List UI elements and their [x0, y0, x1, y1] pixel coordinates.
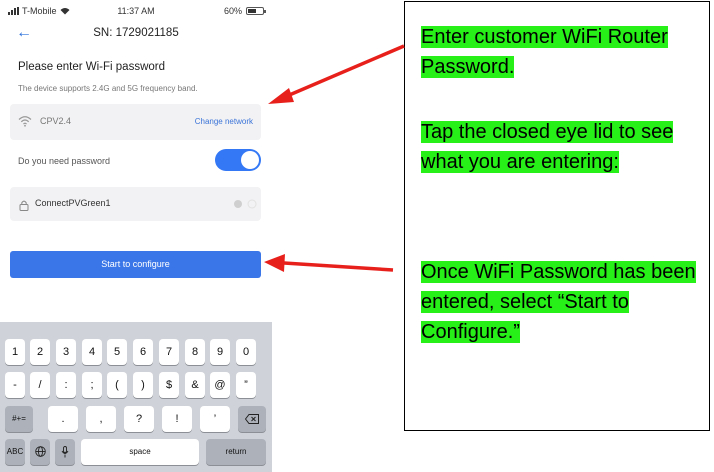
need-password-toggle[interactable]: [215, 149, 261, 171]
key-quote[interactable]: ”: [236, 372, 256, 398]
key-6[interactable]: 6: [133, 339, 153, 365]
key-at[interactable]: @: [210, 372, 230, 398]
keyboard: 1 2 3 4 5 6 7 8 9 0 - / : ; ( ) $ & @ ” …: [0, 322, 272, 472]
key-abc[interactable]: ABC: [5, 439, 25, 465]
closed-eye-icon[interactable]: [247, 199, 257, 209]
clear-input-icon[interactable]: [234, 200, 242, 208]
key-close-paren[interactable]: ): [133, 372, 153, 398]
password-field[interactable]: ConnectPVGreen1: [10, 187, 261, 221]
globe-icon[interactable]: [30, 439, 50, 465]
instruction-step-2: Tap the closed eye lid to see what you a…: [421, 117, 701, 177]
form-heading: Please enter Wi-Fi password: [18, 61, 165, 73]
arrow-to-configure-button: [264, 254, 394, 272]
key-2[interactable]: 2: [30, 339, 50, 365]
toggle-knob: [241, 151, 259, 169]
change-network-link[interactable]: Change network: [195, 117, 253, 126]
key-comma[interactable]: ,: [86, 406, 116, 432]
key-return[interactable]: return: [206, 439, 266, 465]
key-1[interactable]: 1: [5, 339, 25, 365]
key-open-paren[interactable]: (: [107, 372, 127, 398]
start-configure-button[interactable]: Start to configure: [10, 251, 261, 278]
key-8[interactable]: 8: [185, 339, 205, 365]
need-password-label: Do you need password: [18, 156, 111, 166]
instruction-step-3: Once WiFi Password has been entered, sel…: [421, 257, 701, 347]
page-title: SN: 1729021185: [93, 27, 179, 39]
frequency-note: The device supports 2.4G and 5G frequenc…: [18, 84, 198, 93]
key-dollar[interactable]: $: [159, 372, 179, 398]
key-9[interactable]: 9: [210, 339, 230, 365]
battery-info: 60%: [223, 6, 266, 16]
battery-percent: 60%: [223, 6, 242, 16]
key-ampersand[interactable]: &: [185, 372, 205, 398]
key-3[interactable]: 3: [56, 339, 76, 365]
key-space[interactable]: space: [81, 439, 199, 465]
network-row: CPV2.4 Change network: [10, 104, 261, 140]
step-1-text: Enter customer WiFi Router Password.: [421, 26, 668, 78]
step-2-text: Tap the closed eye lid to see what you a…: [421, 121, 674, 173]
status-bar: T-Mobile 11:37 AM 60%: [0, 0, 272, 22]
password-value: ConnectPVGreen1: [35, 198, 111, 208]
phone-screenshot: T-Mobile 11:37 AM 60% ← SN: 1729021185 P…: [0, 0, 272, 472]
wifi-icon: [18, 116, 32, 127]
instruction-step-1: Enter customer WiFi Router Password.: [421, 22, 701, 82]
key-slash[interactable]: /: [30, 372, 50, 398]
key-colon[interactable]: :: [56, 372, 76, 398]
key-7[interactable]: 7: [159, 339, 179, 365]
key-dash[interactable]: -: [5, 372, 25, 398]
key-symbols[interactable]: #+=: [5, 406, 33, 432]
key-4[interactable]: 4: [82, 339, 102, 365]
battery-icon: [246, 7, 266, 15]
microphone-icon[interactable]: [55, 439, 75, 465]
key-semicolon[interactable]: ;: [82, 372, 102, 398]
key-0[interactable]: 0: [236, 339, 256, 365]
lock-icon: [19, 200, 29, 211]
instruction-callout: Enter customer WiFi Router Password. Tap…: [404, 1, 710, 431]
nav-bar: ← SN: 1729021185: [0, 22, 272, 46]
key-5[interactable]: 5: [107, 339, 127, 365]
key-apostrophe[interactable]: ’: [200, 406, 230, 432]
network-name: CPV2.4: [40, 116, 72, 126]
key-question[interactable]: ?: [124, 406, 154, 432]
arrow-to-network-row: [268, 44, 405, 104]
backspace-icon[interactable]: [238, 406, 266, 432]
step-3-text: Once WiFi Password has been entered, sel…: [421, 261, 696, 343]
key-exclamation[interactable]: !: [162, 406, 192, 432]
key-period[interactable]: .: [48, 406, 78, 432]
